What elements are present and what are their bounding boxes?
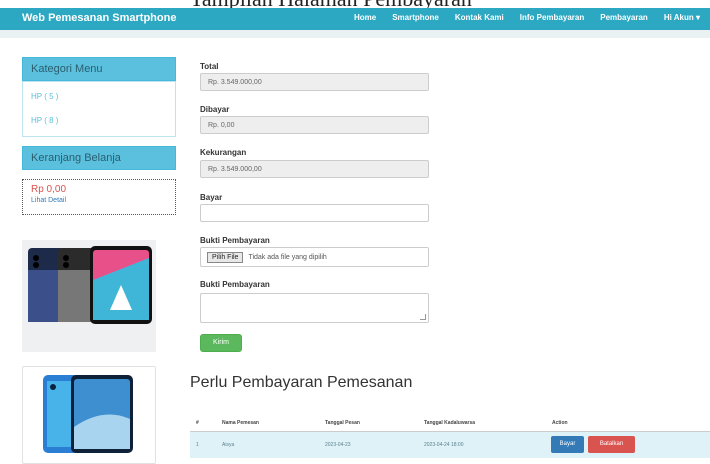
choose-file-button[interactable]: Pilih File bbox=[207, 251, 244, 263]
total-label: Total bbox=[200, 62, 219, 71]
file-status: Tidak ada file yang dipilih bbox=[248, 253, 327, 261]
row-number: 1 bbox=[196, 442, 199, 448]
product-image-2[interactable] bbox=[22, 366, 156, 464]
caption-fragment: Tampilan Halaman Pembayaran bbox=[190, 0, 472, 8]
smartphone-image bbox=[43, 375, 133, 453]
col-expiry-date: Tanggal Kadaluwarsa bbox=[424, 420, 476, 426]
cart-summary: Rp 0,00 Lihat Detail bbox=[22, 179, 176, 215]
header-band bbox=[0, 30, 710, 38]
total-field: Rp. 3.549.000,00 bbox=[200, 73, 429, 91]
shortfall-field: Rp. 3.549.000,00 bbox=[200, 160, 429, 178]
category-item[interactable]: HP ( 5 ) bbox=[23, 85, 175, 109]
nav-info-pembayaran[interactable]: Info Pembayaran bbox=[520, 13, 584, 22]
pay-button[interactable]: Bayar bbox=[551, 436, 584, 453]
caption-strip: Tampilan Halaman Pembayaran bbox=[0, 0, 710, 8]
cart-detail-link[interactable]: Lihat Detail bbox=[31, 197, 167, 204]
proof-file-input[interactable]: Pilih File Tidak ada file yang dipilih bbox=[200, 247, 429, 267]
nav-menu: Home Smartphone Kontak Kami Info Pembaya… bbox=[354, 13, 700, 22]
navbar: Web Pemesanan Smartphone Home Smartphone… bbox=[0, 8, 710, 30]
nav-kontak-kami[interactable]: Kontak Kami bbox=[455, 13, 504, 22]
nav-pembayaran[interactable]: Pembayaran bbox=[600, 13, 648, 22]
nav-home[interactable]: Home bbox=[354, 13, 376, 22]
section-title: Perlu Pembayaran Pemesanan bbox=[190, 374, 413, 391]
note-label: Bukti Pembayaran bbox=[200, 280, 270, 289]
category-item[interactable]: HP ( 8 ) bbox=[23, 109, 175, 133]
proof-label: Bukti Pembayaran bbox=[200, 236, 270, 245]
col-action: Action bbox=[552, 420, 568, 426]
paid-label: Dibayar bbox=[200, 105, 230, 114]
cart-heading: Keranjang Belanja bbox=[22, 146, 176, 170]
col-number: # bbox=[196, 420, 199, 426]
category-list: HP ( 5 ) HP ( 8 ) bbox=[22, 81, 176, 137]
nav-smartphone[interactable]: Smartphone bbox=[392, 13, 439, 22]
table-header: # Nama Pemesan Tanggal Pesan Tanggal Kad… bbox=[190, 414, 710, 432]
row-order-date: 2023-04-23 bbox=[325, 442, 351, 448]
nav-account-dropdown[interactable]: Hi Akun ▾ bbox=[664, 13, 700, 22]
cancel-button[interactable]: Batalkan bbox=[588, 436, 635, 453]
pay-input[interactable] bbox=[200, 204, 429, 222]
col-name: Nama Pemesan bbox=[222, 420, 259, 426]
resize-grip-icon[interactable] bbox=[420, 314, 426, 320]
shortfall-label: Kekurangan bbox=[200, 148, 247, 157]
orders-table: # Nama Pemesan Tanggal Pesan Tanggal Kad… bbox=[190, 414, 710, 458]
category-menu-heading: Kategori Menu bbox=[22, 57, 176, 81]
pay-label: Bayar bbox=[200, 193, 223, 202]
paid-field: Rp. 0,00 bbox=[200, 116, 429, 134]
product-image-1[interactable] bbox=[22, 240, 156, 352]
cart-amount: Rp 0,00 bbox=[31, 184, 67, 195]
col-order-date: Tanggal Pesan bbox=[325, 420, 360, 426]
note-textarea[interactable] bbox=[200, 293, 429, 323]
row-expiry-date: 2023-04-24 18:00 bbox=[424, 442, 464, 448]
table-row: 1 Aisya 2023-04-23 2023-04-24 18:00 Baya… bbox=[190, 432, 710, 458]
brand[interactable]: Web Pemesanan Smartphone bbox=[22, 12, 176, 24]
submit-button[interactable]: Kirim bbox=[200, 334, 242, 352]
smartphone-image bbox=[22, 240, 156, 352]
row-name: Aisya bbox=[222, 442, 235, 448]
